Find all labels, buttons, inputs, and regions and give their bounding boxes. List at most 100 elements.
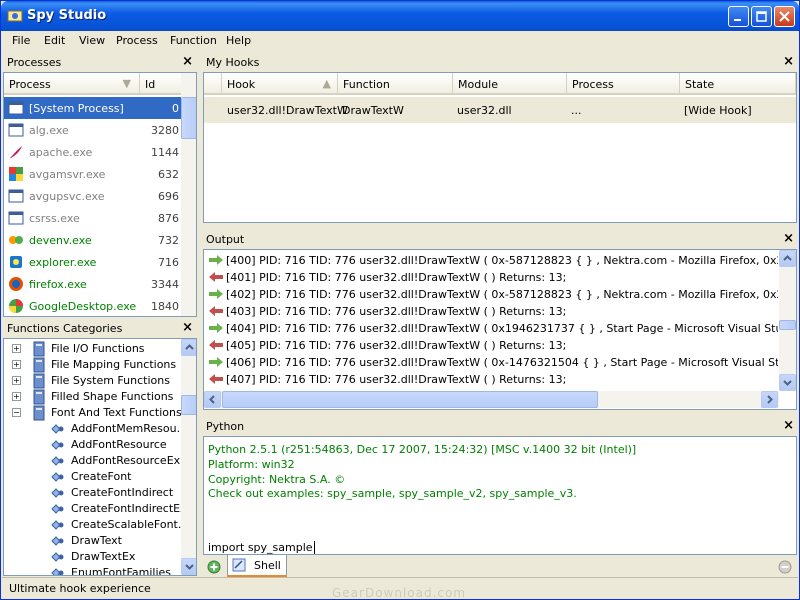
output-scroll-left-button[interactable] (204, 391, 221, 408)
output-vscrollbar[interactable] (779, 250, 796, 391)
tree-item[interactable]: CreateScalableFont... (4, 517, 188, 533)
tree-item[interactable]: AddFontResource (4, 437, 180, 453)
tree-item[interactable]: DrawText (4, 533, 180, 549)
window-icon (8, 189, 24, 203)
table-row[interactable]: explorer.exe 716 (4, 251, 182, 273)
tree-item[interactable]: EnumFontFamilies (4, 565, 180, 575)
tree-item-label: CreateFont (71, 470, 132, 483)
remove-tab-icon[interactable] (778, 560, 792, 574)
column-header-process[interactable]: Process ▼ (4, 73, 140, 95)
table-row[interactable]: firefox.exe 3344 (4, 273, 182, 295)
title-bar[interactable]: Spy Studio (1, 1, 799, 31)
category-book-icon (33, 341, 45, 357)
function-icon (51, 552, 64, 562)
table-row[interactable]: user32.dll!DrawTextW DrawTextW user32.dl… (204, 97, 796, 123)
process-id: 3344 (151, 278, 179, 291)
tree-item[interactable]: CreateFont (4, 469, 180, 485)
arrow-right-icon (209, 323, 223, 333)
expand-icon[interactable]: + (12, 376, 21, 385)
feather-icon (10, 146, 22, 158)
column-header-function[interactable]: Function (338, 73, 453, 95)
category-book-icon (33, 357, 45, 373)
output-hscroll-thumb[interactable] (222, 391, 598, 408)
functions-tree: + File I/O Functions + File Mapping Functio… (3, 338, 197, 576)
window-icon (8, 101, 24, 115)
functions-tree-scrollbar[interactable] (181, 339, 196, 575)
close-button[interactable] (774, 6, 795, 27)
process-list-scrollbar[interactable] (181, 73, 196, 316)
process-id: 0 (172, 102, 179, 115)
tree-item[interactable]: AddFontMemResou... (4, 421, 187, 437)
functions-close-icon[interactable]: × (182, 320, 193, 335)
table-row[interactable]: csrss.exe 876 (4, 207, 182, 229)
process-id: 3280 (151, 124, 179, 137)
menu-view[interactable]: View (79, 34, 105, 47)
python-banner-line: Check out examples: spy_sample, spy_samp… (208, 487, 577, 500)
expand-icon[interactable]: + (12, 344, 21, 353)
tree-item[interactable]: CreateFontIndirect (4, 485, 180, 501)
output-pane-header: Output × (202, 230, 798, 248)
column-header-state[interactable]: State (680, 73, 796, 95)
scroll-down-button[interactable] (181, 558, 196, 575)
tree-item[interactable]: AddFontResourceEx (4, 453, 180, 469)
menu-process[interactable]: Process (116, 34, 158, 47)
hooks-close-icon[interactable]: × (783, 54, 794, 69)
process-name: alg.exe (29, 124, 69, 137)
output-hscrollbar[interactable] (204, 391, 779, 408)
menu-edit[interactable]: Edit (44, 34, 65, 47)
maximize-button[interactable] (751, 6, 772, 27)
process-name: [System Process] (29, 102, 124, 115)
expand-icon[interactable]: + (12, 392, 21, 401)
output-scroll-down-button[interactable] (779, 374, 796, 391)
tree-item-label: File I/O Functions (51, 342, 145, 355)
output-scroll-right-button[interactable] (761, 391, 778, 408)
table-row[interactable]: apache.exe 1144 (4, 141, 182, 163)
add-tab-icon[interactable] (207, 560, 221, 574)
output-vscroll-thumb[interactable] (779, 320, 796, 330)
menu-file[interactable]: File (12, 34, 30, 47)
python-console[interactable]: Python 2.5.1 (r251:54863, Dec 17 2007, 1… (203, 436, 797, 555)
menu-function[interactable]: Function (170, 34, 217, 47)
python-close-icon[interactable]: × (783, 418, 794, 433)
python-input-line[interactable]: import spy_sample (208, 541, 315, 554)
column-header-module[interactable]: Module (453, 73, 567, 95)
tab-shell[interactable]: Shell (227, 555, 287, 577)
tree-item[interactable]: CreateFontIndirectEx (4, 501, 187, 517)
collapse-icon[interactable]: − (12, 408, 21, 417)
tree-item[interactable]: + File I/O Functions (4, 341, 180, 357)
table-row[interactable]: alg.exe 3280 (4, 119, 182, 141)
expand-icon[interactable]: + (12, 360, 21, 369)
shell-icon (232, 558, 246, 572)
tree-item[interactable]: DrawTextEx (4, 549, 180, 565)
table-row[interactable]: avgamsvr.exe 632 (4, 163, 182, 185)
tree-item[interactable]: + File System Functions (4, 373, 180, 389)
tree-item[interactable]: − Font And Text Functions (4, 405, 182, 421)
tree-item-label: AddFontResourceEx (71, 454, 181, 467)
scroll-up-button[interactable] (181, 339, 196, 356)
process-name: explorer.exe (29, 256, 97, 269)
processes-close-icon[interactable]: × (182, 54, 193, 69)
output-log: [400] PID: 716 TID: 776 user32.dll!DrawT… (203, 249, 797, 410)
functions-pane-header: Functions Categories × (3, 319, 197, 337)
watermark: GearDownload.com (332, 586, 467, 600)
status-bar: Ultimate hook experience GearDownload.co… (2, 577, 798, 600)
output-scroll-up-button[interactable] (779, 250, 796, 267)
output-close-icon[interactable]: × (783, 231, 794, 246)
functions-scroll-thumb[interactable] (181, 395, 196, 415)
table-row[interactable]: devenv.exe 732 (4, 229, 182, 251)
process-id: 716 (158, 256, 179, 269)
column-header-process[interactable]: Process (567, 73, 680, 95)
minimize-button[interactable] (728, 6, 749, 27)
process-scroll-thumb[interactable] (181, 97, 196, 139)
menu-help[interactable]: Help (226, 34, 251, 47)
table-row[interactable]: [System Process] 0 (4, 97, 182, 119)
tree-item-label: CreateScalableFont... (71, 518, 189, 531)
log-text: [405] PID: 716 TID: 776 user32.dll!DrawT… (226, 339, 567, 352)
table-row[interactable]: GoogleDesktop.exe 1840 (4, 295, 182, 316)
tree-item[interactable]: + Filled Shape Functions (4, 389, 180, 405)
tab-shell-label: Shell (254, 559, 281, 572)
column-header-hook[interactable]: Hook ▲ (222, 73, 338, 95)
column-header-id[interactable]: Id (140, 73, 182, 95)
table-row[interactable]: avgupsvc.exe 696 (4, 185, 182, 207)
tree-item[interactable]: + File Mapping Functions (4, 357, 180, 373)
